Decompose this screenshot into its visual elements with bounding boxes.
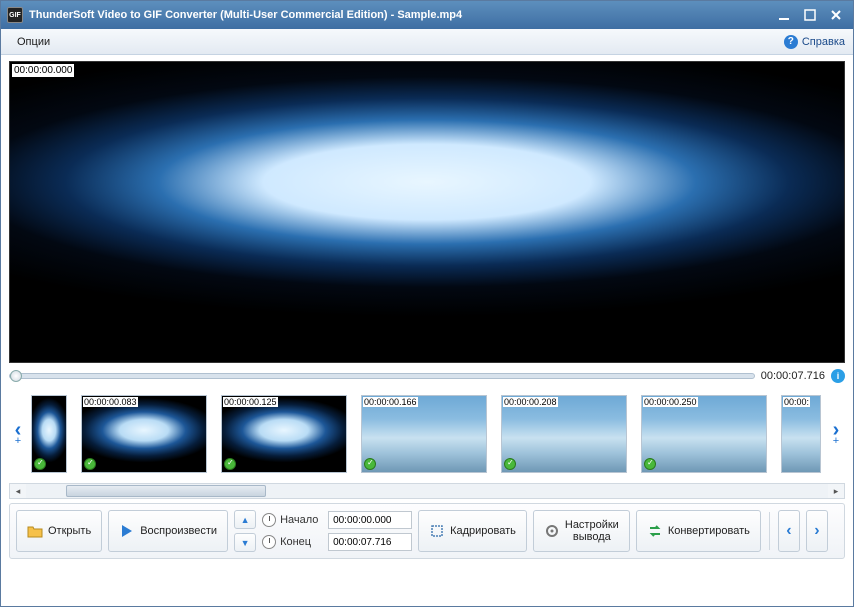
menubar: Опции ? Справка (1, 29, 853, 55)
convert-icon (647, 523, 663, 539)
window-controls (773, 6, 847, 24)
convert-label: Конвертировать (668, 525, 750, 537)
maximize-button[interactable] (799, 6, 821, 24)
thumb-timestamp: 00:00:00.208 (503, 397, 558, 407)
menu-help-label: Справка (802, 36, 845, 48)
thumb-image (82, 396, 206, 472)
time-range-block: Начало 00:00:00.000 Конец 00:00:07.716 (262, 510, 412, 552)
scroll-track[interactable] (26, 484, 828, 498)
folder-open-icon (27, 523, 43, 539)
next-button[interactable]: › (806, 510, 828, 552)
menu-help[interactable]: ? Справка (784, 35, 845, 49)
minimize-button[interactable] (773, 6, 795, 24)
plus-icon: + (833, 435, 839, 447)
end-time-field[interactable]: 00:00:07.716 (328, 533, 412, 551)
convert-button[interactable]: Конвертировать (636, 510, 761, 552)
play-button[interactable]: Воспроизвести (108, 510, 228, 552)
scroll-right-button[interactable]: ▸ (828, 484, 844, 498)
scroll-left-button[interactable]: ◂ (10, 484, 26, 498)
thumb-image (782, 396, 820, 472)
prev-button[interactable]: ‹ (778, 510, 800, 552)
open-label: Открыть (48, 525, 91, 537)
video-preview[interactable]: 00:00:00.000 (9, 61, 845, 363)
play-icon (119, 523, 135, 539)
seek-track[interactable] (9, 373, 755, 379)
thumbnail[interactable]: 00:00:00.250 (641, 395, 767, 473)
seek-thumb[interactable] (10, 370, 22, 382)
crop-label: Кадрировать (450, 525, 516, 537)
close-button[interactable] (825, 6, 847, 24)
clock-icon (262, 535, 276, 549)
output-settings-button[interactable]: Настройкивывода (533, 510, 630, 552)
chevron-up-icon: ▲ (241, 515, 250, 525)
thumb-scrollbar[interactable]: ◂ ▸ (9, 483, 845, 499)
crop-button[interactable]: Кадрировать (418, 510, 527, 552)
thumb-timestamp: 00:00:00.166 (363, 397, 418, 407)
thumb-timestamp: 00:00:00.083 (83, 397, 138, 407)
strip-prev-button[interactable]: ‹ + (9, 394, 27, 474)
crop-icon (429, 523, 445, 539)
thumbnail[interactable]: 00:00:00.166 (361, 395, 487, 473)
window-title: ThunderSoft Video to GIF Converter (Mult… (29, 9, 773, 21)
preview-frame (10, 62, 844, 362)
content-area: 00:00:00.000 00:00:07.716 i ‹ + 00:00:00 (1, 55, 853, 606)
plus-icon: + (15, 435, 21, 447)
thumbnail[interactable]: 00:00: (781, 395, 821, 473)
start-time-field[interactable]: 00:00:00.000 (328, 511, 412, 529)
thumbnail[interactable]: 00:00:00.083 (81, 395, 207, 473)
check-icon (34, 458, 46, 470)
seek-bar-row: 00:00:07.716 i (9, 367, 845, 385)
start-label: Начало (280, 514, 324, 526)
chevron-right-icon: › (814, 522, 819, 540)
step-up-button[interactable]: ▲ (234, 510, 256, 529)
help-icon: ? (784, 35, 798, 49)
thumb-timestamp: 00:00: (783, 397, 810, 407)
check-icon (504, 458, 516, 470)
end-time-row: Конец 00:00:07.716 (262, 533, 412, 551)
thumb-image (362, 396, 486, 472)
step-down-button[interactable]: ▼ (234, 533, 256, 552)
app-window: GIF ThunderSoft Video to GIF Converter (… (0, 0, 854, 607)
thumbnail[interactable]: 00:00:00.208 (501, 395, 627, 473)
thumb-timestamp: 00:00:00.250 (643, 397, 698, 407)
menu-options[interactable]: Опции (9, 33, 58, 51)
thumb-image (502, 396, 626, 472)
thumb-image (222, 396, 346, 472)
open-button[interactable]: Открыть (16, 510, 102, 552)
titlebar: GIF ThunderSoft Video to GIF Converter (… (1, 1, 853, 29)
toolbar: Открыть Воспроизвести ▲ ▼ Начало (9, 503, 845, 559)
chevron-down-icon: ▼ (241, 538, 250, 548)
thumbnail-strip: ‹ + 00:00:00.083 00:00:00.125 (9, 389, 845, 479)
separator (769, 512, 770, 550)
thumb-image (642, 396, 766, 472)
scroll-thumb[interactable] (66, 485, 266, 497)
seek-duration: 00:00:07.716 (761, 370, 825, 382)
start-time-row: Начало 00:00:00.000 (262, 511, 412, 529)
thumbnails: 00:00:00.083 00:00:00.125 00:00:00.166 0… (31, 395, 823, 473)
chevron-left-icon: ‹ (786, 522, 791, 540)
play-label: Воспроизвести (140, 525, 217, 537)
info-icon[interactable]: i (831, 369, 845, 383)
clock-icon (262, 513, 276, 527)
thumbnail[interactable]: 00:00:00.125 (221, 395, 347, 473)
gear-icon (544, 523, 560, 539)
strip-next-button[interactable]: › + (827, 394, 845, 474)
thumb-timestamp: 00:00:00.125 (223, 397, 278, 407)
output-settings-label: Настройкивывода (565, 519, 619, 543)
app-icon: GIF (7, 7, 23, 23)
check-icon (224, 458, 236, 470)
end-label: Конец (280, 536, 324, 548)
preview-timestamp: 00:00:00.000 (12, 64, 74, 77)
check-icon (364, 458, 376, 470)
check-icon (644, 458, 656, 470)
thumbnail[interactable] (31, 395, 67, 473)
check-icon (84, 458, 96, 470)
